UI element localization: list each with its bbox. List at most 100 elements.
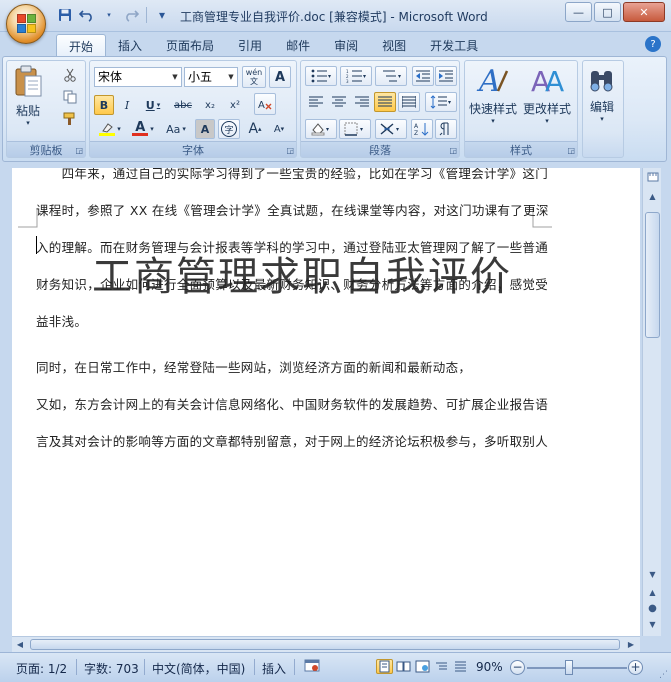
superscript-button[interactable]: x² [224,95,246,115]
change-case-button[interactable]: Aa ▾ [161,119,191,139]
enclose-characters-button[interactable]: 字 [218,119,240,139]
scroll-down-icon[interactable]: ▼ [644,566,661,583]
phonetic-guide-button[interactable]: wén 文 [242,66,266,88]
grow-font-button[interactable]: A ▴ [244,119,266,139]
highlight-button[interactable]: ▾ [94,119,126,139]
resize-grip-icon[interactable]: ⋰ [659,670,668,680]
undo-icon[interactable] [78,6,96,24]
select-browse-object-icon[interactable]: ● [644,600,661,617]
editing-button[interactable]: 编辑 ▾ [587,65,617,123]
bold-button[interactable]: B [94,95,114,115]
sort-icon[interactable]: AZ [411,119,433,139]
change-styles-dropdown-icon[interactable]: ▾ [545,117,549,125]
cut-icon[interactable] [59,65,81,85]
decrease-indent-icon[interactable] [412,66,434,86]
font-launcher-icon[interactable]: ◲ [286,146,294,155]
strikethrough-button[interactable]: abc [170,95,196,115]
underline-dropdown-icon[interactable]: ▾ [157,101,161,109]
previous-page-icon[interactable]: ▲ [644,584,661,601]
help-icon[interactable]: ? [645,36,661,52]
ruler-toggle-icon[interactable] [644,168,661,185]
redo-icon[interactable] [122,6,140,24]
highlight-dropdown-icon[interactable]: ▾ [117,125,121,133]
clipboard-launcher-icon[interactable]: ◲ [75,146,83,155]
insert-mode-indicator[interactable]: 插入 [262,660,286,677]
font-color-button[interactable]: A ▾ [128,119,158,139]
paste-button[interactable]: 粘贴 ▾ [13,65,43,127]
justify-icon[interactable] [374,92,396,112]
font-name-dropdown-icon[interactable]: ▼ [169,68,181,86]
status-separator [76,659,77,675]
scroll-up-icon[interactable]: ▲ [644,188,661,205]
paragraph-launcher-icon[interactable]: ◲ [449,146,457,155]
document-line: 又如，东方会计网上的有关会计信息网络化、中国财务软件的发展趋势、可扩展企业报告语 [36,397,549,412]
font-size-dropdown-icon[interactable]: ▼ [225,68,237,86]
character-border-button[interactable]: A [269,66,291,88]
minimize-button[interactable]: — [565,2,592,22]
clear-formatting-icon[interactable]: A [254,93,276,115]
zoom-in-button[interactable]: + [628,660,643,675]
page-count[interactable]: 页面: 1/2 [16,660,67,677]
draft-view-icon[interactable] [452,659,469,674]
format-painter-icon[interactable] [59,109,81,129]
save-icon[interactable] [56,6,74,24]
horizontal-scrollbar[interactable]: ◀ ▶ [12,636,640,652]
borders-icon[interactable]: ▾ [339,119,371,139]
font-color-dropdown-icon[interactable]: ▾ [150,125,154,133]
change-case-dropdown-icon[interactable]: ▾ [182,125,186,133]
styles-launcher-icon[interactable]: ◲ [567,146,575,155]
document-page[interactable]: 工商管理求职自我评价 四年来，通过自己的实际学习得到了一些宝贵的经验，比如在学习… [12,168,640,636]
zoom-level[interactable]: 90% [476,660,503,674]
character-shading-button[interactable]: A [195,119,215,139]
customize-qat-icon[interactable]: ▾ [153,6,171,24]
multilevel-list-icon[interactable]: ▾ [375,66,407,86]
phonetic-guide-label: wén 文 [245,68,263,86]
zoom-out-button[interactable]: − [510,660,525,675]
line-spacing-icon[interactable]: ▾ [425,92,457,112]
horizontal-scroll-thumb[interactable] [30,639,620,650]
language-indicator[interactable]: 中文(简体，中国) [152,660,245,677]
distributed-icon[interactable] [398,92,420,112]
show-hide-marks-icon[interactable] [435,119,457,139]
font-size-combo[interactable]: 小五 ▼ [184,67,238,87]
next-page-icon[interactable]: ▼ [644,616,661,633]
chinese-layout-icon[interactable]: ▾ [375,119,407,139]
vertical-scroll-thumb[interactable] [645,212,660,338]
word-count[interactable]: 字数: 703 [84,660,139,677]
grow-font-label: A [248,121,259,137]
change-styles-button[interactable]: A A 更改样式 ▾ [523,65,571,125]
undo-dropdown-icon[interactable]: ▾ [100,6,118,24]
paragraph-shading-icon[interactable]: ▾ [305,119,337,139]
bullets-icon[interactable]: ▾ [305,66,337,86]
align-right-icon[interactable] [351,92,373,112]
numbering-icon[interactable]: 1 2 3 ▾ [340,66,372,86]
zoom-slider-track[interactable] [527,667,627,669]
increase-indent-icon[interactable] [435,66,457,86]
scroll-right-icon[interactable]: ▶ [624,637,638,652]
close-button[interactable]: ✕ [623,2,665,22]
editing-dropdown-icon[interactable]: ▾ [600,115,604,123]
outline-view-icon[interactable] [433,659,450,674]
full-screen-reading-icon[interactable] [395,659,412,674]
vertical-scrollbar[interactable]: ▲ ▼ ▲ ● ▼ [642,168,661,636]
office-button[interactable] [6,4,46,44]
paste-dropdown-icon[interactable]: ▾ [26,119,30,127]
editing-label: 编辑 [589,100,614,114]
macro-recording-icon[interactable] [304,658,320,677]
align-center-icon[interactable] [328,92,350,112]
underline-button[interactable]: U ▾ [140,95,166,115]
scroll-left-icon[interactable]: ◀ [13,637,27,652]
quick-styles-button[interactable]: A 快速样式 ▾ [469,65,517,125]
shrink-font-button[interactable]: A ▾ [268,119,290,139]
web-layout-view-icon[interactable] [414,659,431,674]
zoom-slider-thumb[interactable] [565,660,573,675]
maximize-button[interactable]: □ [594,2,621,22]
font-name-combo[interactable]: 宋体 ▼ [94,67,182,87]
subscript-button[interactable]: x₂ [199,95,221,115]
align-left-icon[interactable] [305,92,327,112]
italic-button[interactable]: I [117,95,137,115]
copy-icon[interactable] [59,87,81,107]
quick-styles-dropdown-icon[interactable]: ▾ [491,117,495,125]
print-layout-view-icon[interactable] [376,659,393,674]
svg-text:A: A [476,65,501,97]
